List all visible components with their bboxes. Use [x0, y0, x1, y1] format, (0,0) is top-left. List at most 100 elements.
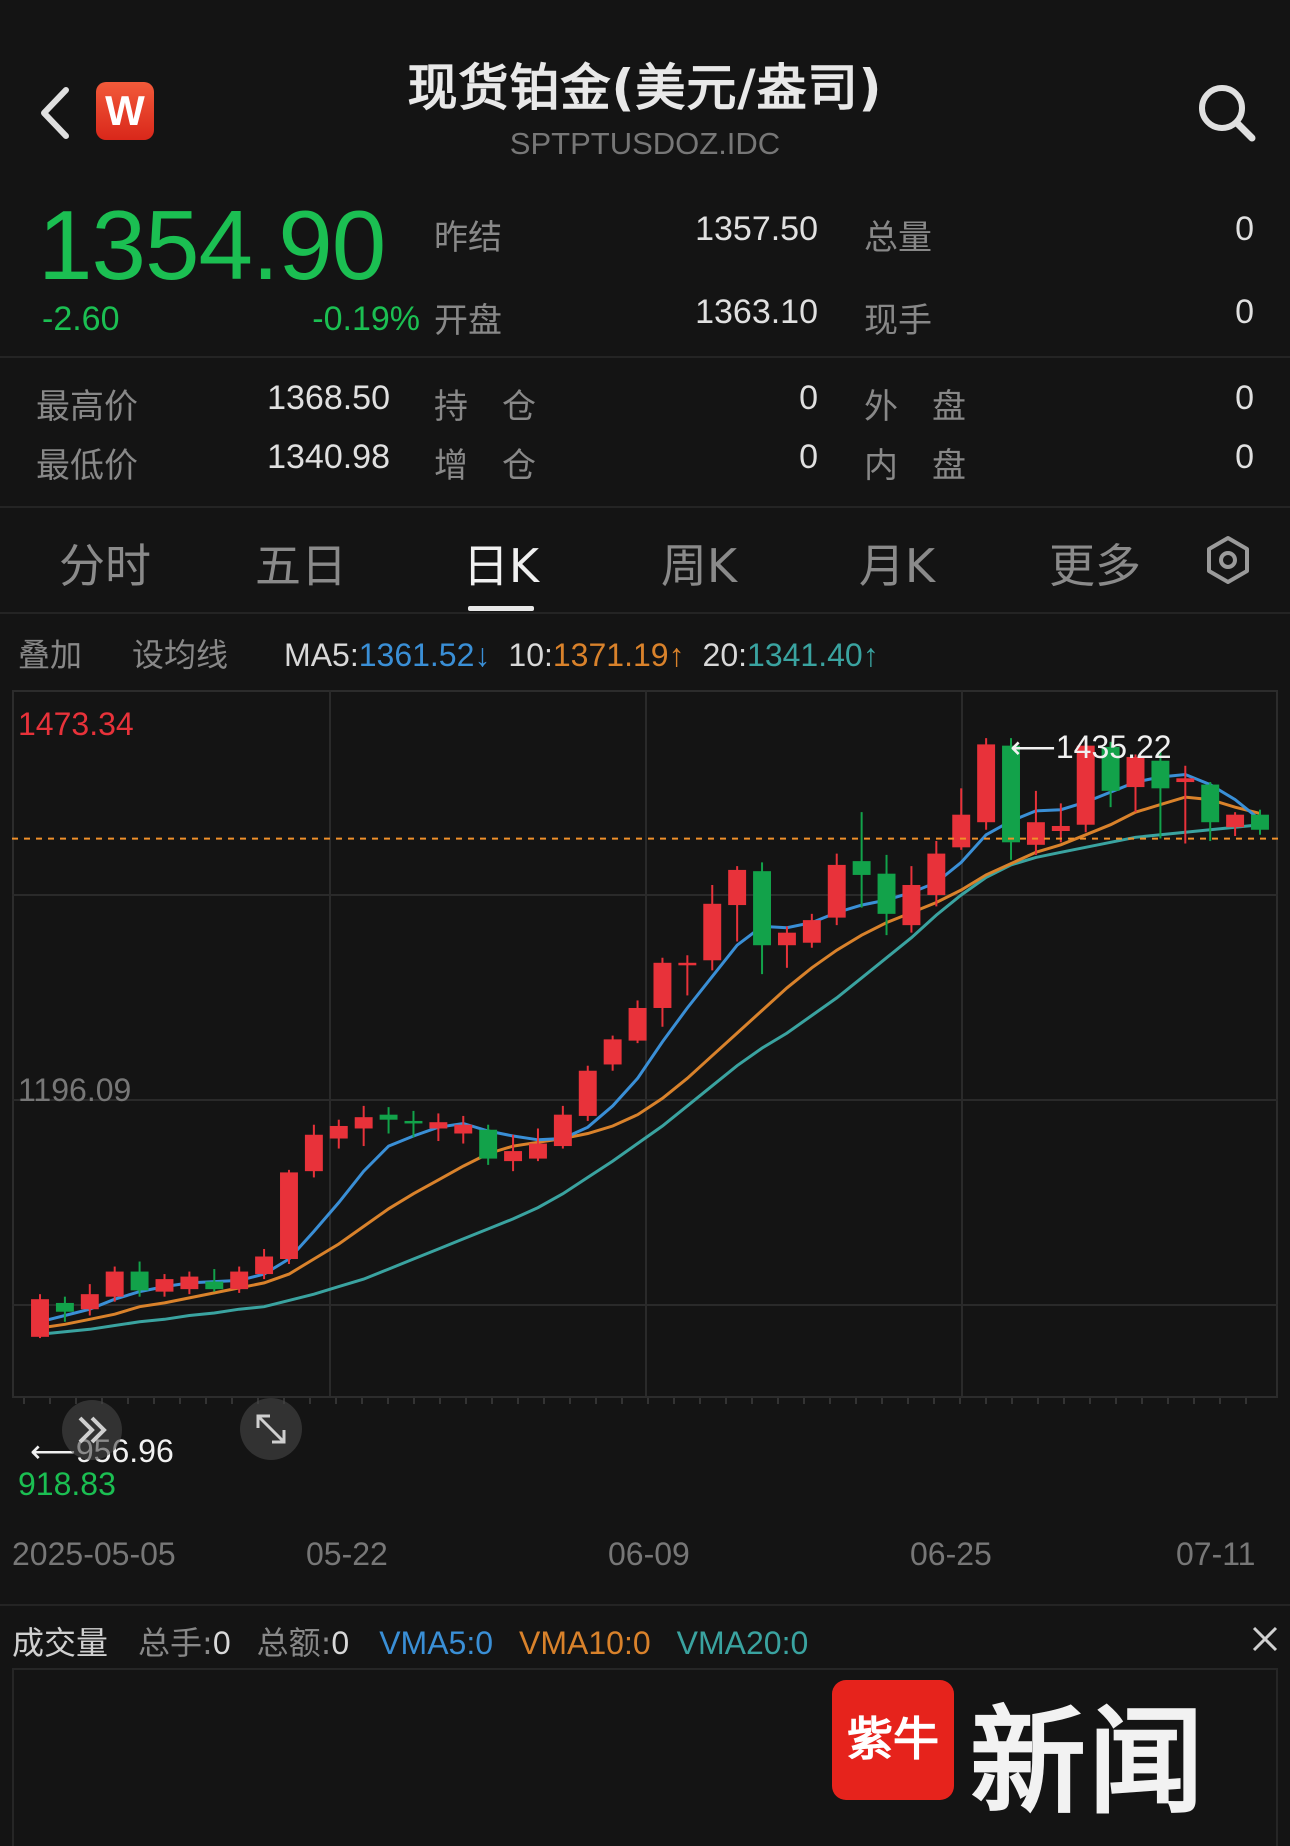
search-button[interactable] [1192, 78, 1262, 148]
divider [0, 1604, 1290, 1606]
tab-five-day[interactable]: 五日 [246, 530, 356, 596]
prev-settle-value: 1357.50 [695, 210, 818, 248]
current-hand-label: 现手 [864, 301, 932, 341]
candle-body [404, 1120, 423, 1124]
candle-body [205, 1281, 224, 1290]
outer-volume-label: 外 盘 [864, 387, 966, 427]
high-value: 1368.50 [267, 379, 390, 417]
candle-body [753, 871, 772, 946]
candle-body [255, 1256, 274, 1275]
candle-body [304, 1134, 323, 1172]
total-hands-value: 0 [212, 1625, 231, 1661]
fullscreen-button[interactable] [240, 1398, 302, 1460]
total-amount-value: 0 [331, 1625, 350, 1661]
tab-intraday[interactable]: 分时 [50, 530, 160, 596]
low-value: 1340.98 [267, 438, 390, 476]
watermark-logo: 紫牛 [832, 1680, 954, 1800]
open-value: 1363.10 [695, 293, 818, 331]
tab-weekly-k[interactable]: 周K [644, 530, 754, 596]
candle-body [653, 962, 672, 1008]
candle-body [827, 864, 846, 918]
kline-chart[interactable] [12, 690, 1278, 1520]
candle-body [280, 1172, 298, 1260]
total-volume-value: 0 [1235, 210, 1254, 248]
prev-settle-label: 昨结 [434, 218, 502, 258]
total-amount-label: 总额: [256, 1624, 332, 1662]
candle-body [1226, 814, 1245, 828]
oi-change-label: 增 仓 [434, 446, 536, 486]
candle-body [230, 1271, 249, 1290]
candle-body [130, 1271, 149, 1291]
divider [0, 506, 1290, 508]
candle-body [927, 853, 946, 896]
header-bar: W 现货铂金(美元/盎司) SPTPTUSDOZ.IDC [0, 0, 1290, 180]
chart-settings-button[interactable] [1204, 534, 1252, 586]
candle-body [1051, 825, 1070, 832]
overlay-button[interactable]: 叠加 [18, 636, 82, 674]
high-marker-value: 1435.22 [1055, 729, 1172, 765]
y-min-label: 918.83 [18, 1466, 116, 1502]
high-marker: ⟵1435.22 [1010, 728, 1172, 766]
candle-body [105, 1271, 124, 1297]
expand-diagonal-icon [256, 1414, 286, 1444]
ma20-line [39, 823, 1261, 1336]
candle-body [1176, 778, 1195, 783]
ma20-label: 20: [702, 637, 748, 673]
outer-volume-value: 0 [1235, 379, 1254, 417]
oi-change-value: 0 [799, 438, 818, 476]
vma20-label: VMA20: [676, 1625, 791, 1661]
candle-body [628, 1007, 647, 1041]
set-ma-button[interactable]: 设均线 [132, 636, 228, 674]
candle-body [802, 920, 821, 943]
candlesticks [31, 738, 1269, 1339]
candle-body [329, 1125, 348, 1139]
low-label: 最低价 [36, 446, 138, 486]
vma20-value: 0 [790, 1625, 809, 1661]
ma5-value: 1361.52↓ [358, 637, 491, 673]
total-volume-label: 总量 [864, 218, 932, 258]
close-volume-button[interactable] [1248, 1618, 1282, 1660]
candle-body [1201, 784, 1220, 823]
close-icon [1252, 1626, 1278, 1652]
candle-body [977, 744, 996, 823]
ma10-label: 10: [508, 637, 553, 673]
candle-body [528, 1143, 547, 1159]
candle-body [180, 1276, 199, 1290]
moving-average-lines [39, 772, 1261, 1336]
tab-monthly-k[interactable]: 月K [842, 530, 952, 596]
arrow-left-icon: ⟵ [1010, 729, 1056, 765]
total-hands-label: 总手: [138, 1624, 213, 1662]
candle-body [1026, 822, 1045, 845]
high-label: 最高价 [36, 387, 138, 427]
price-change: -2.60 [42, 300, 120, 338]
open-interest-value: 0 [799, 379, 818, 417]
last-price: 1354.90 [38, 190, 386, 300]
vma10-label: VMA10: [519, 1625, 633, 1661]
candle-body [777, 932, 796, 946]
ma5-label: MA5: [284, 637, 359, 673]
candle-body [728, 869, 747, 906]
candle-body [902, 884, 921, 926]
search-icon [1199, 85, 1256, 142]
x-axis-label: 2025-05-05 [12, 1536, 176, 1572]
divider [0, 356, 1290, 358]
candle-body [155, 1279, 174, 1292]
current-hand-value: 0 [1235, 293, 1254, 331]
divider [0, 612, 1290, 614]
candle-body [55, 1302, 74, 1312]
ma10-value: 1371.19↑ [552, 637, 685, 673]
inner-volume-label: 内 盘 [864, 446, 966, 486]
candle-body [354, 1117, 373, 1129]
candle-body [454, 1124, 473, 1134]
x-axis-label: 05-22 [306, 1536, 388, 1572]
tab-daily-k[interactable]: 日K [446, 530, 556, 596]
double-chevron-right-icon [78, 1416, 107, 1444]
candle-body [1251, 814, 1269, 830]
open-interest-label: 持 仓 [434, 387, 536, 427]
tab-more[interactable]: 更多 [1040, 530, 1150, 596]
candle-body [703, 903, 722, 961]
active-tab-indicator [468, 606, 534, 611]
inner-volume-value: 0 [1235, 438, 1254, 476]
scroll-back-button[interactable] [62, 1400, 122, 1460]
y-mid-label: 1196.09 [18, 1072, 132, 1108]
